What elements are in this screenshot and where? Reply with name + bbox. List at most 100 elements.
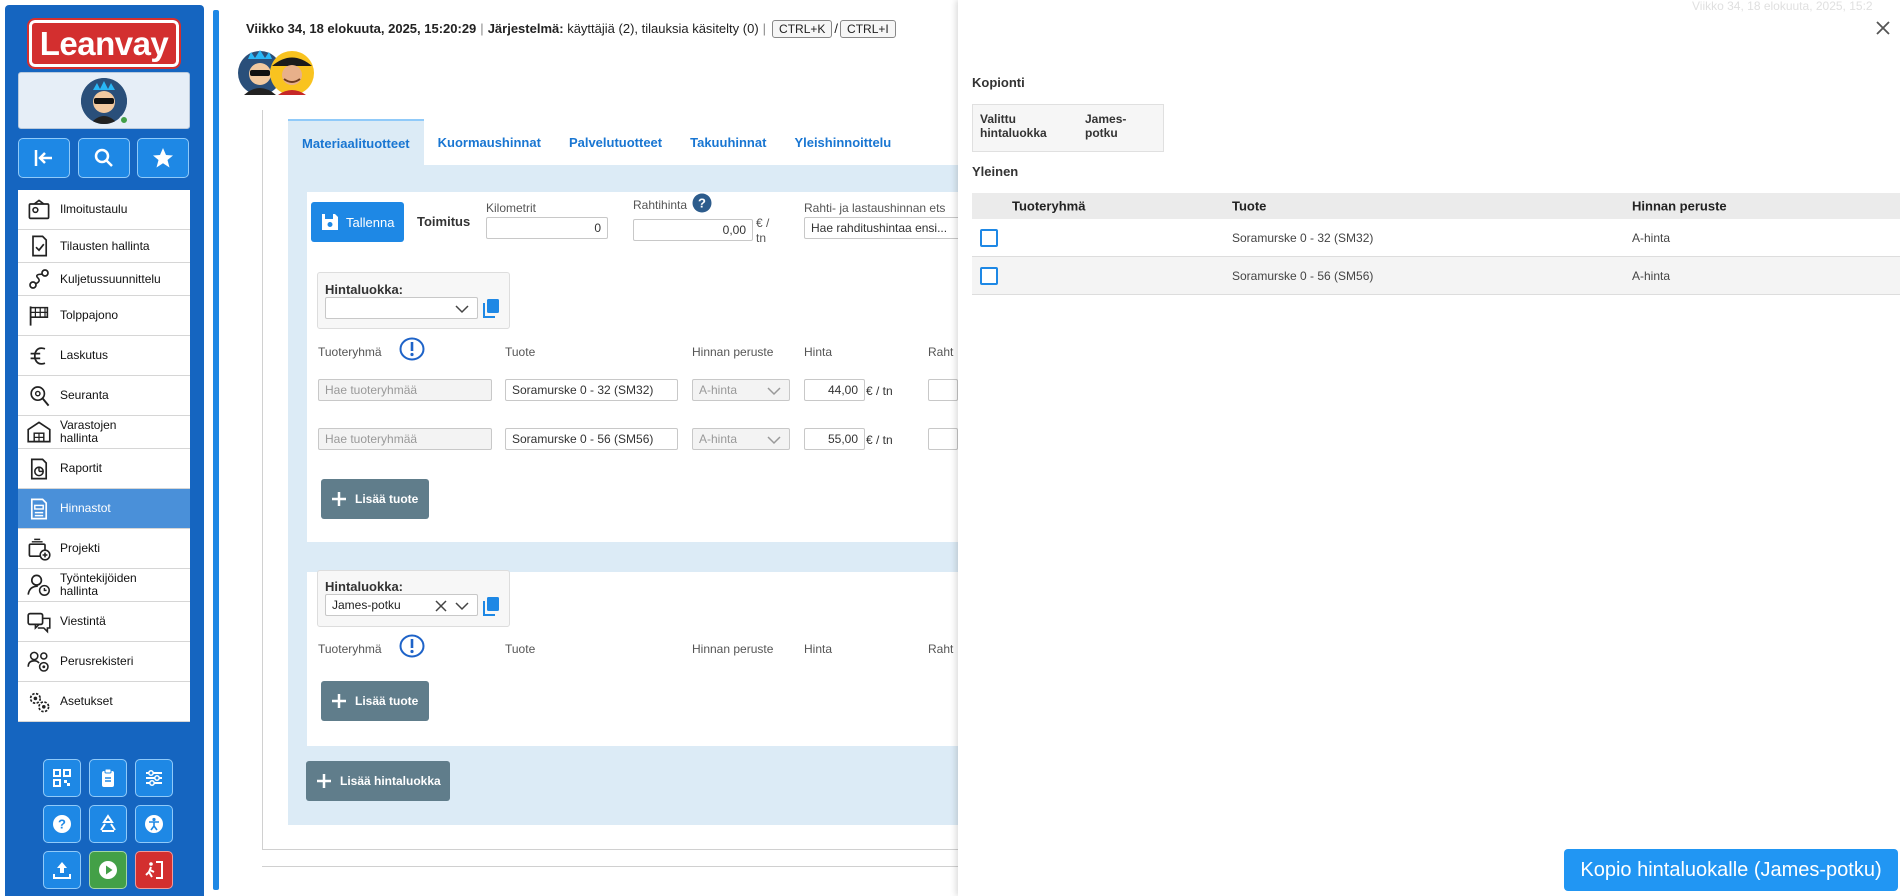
tab-takuuhinnat[interactable]: Takuuhinnat [676,119,780,165]
clipboard-button[interactable] [89,759,127,797]
shortcut-ctrl-k[interactable]: CTRL+K [772,20,833,38]
row-checkbox[interactable] [980,228,998,247]
product-field[interactable]: Soramurske 0 - 32 (SM32) [505,379,678,401]
copy-selected-value: James-potku [1085,112,1127,140]
leanvay-logo[interactable]: Leanvay [27,18,181,69]
sidebar-item-label: Ilmoitustaulu [60,202,128,216]
sidebar-item-seuranta[interactable]: Seuranta [18,376,190,416]
sidebar-item-label: Tilausten hallinta [60,238,150,253]
close-icon[interactable] [1874,19,1892,37]
sidebar-item-perusrekisteri[interactable]: Perusrekisteri [18,642,190,682]
price-class-select-2[interactable]: James-potku [325,594,478,616]
sidebar-item-kuljetussuunnittelu[interactable]: Kuljetussuunnittelu [18,263,190,296]
sidebar-item-label: Projekti [60,541,101,555]
play-button[interactable] [89,851,127,889]
rahti-lastaus-input[interactable]: Hae rahditushintaa ensi... [804,217,960,239]
play-icon [99,861,117,879]
sidebar-item-työntekijöiden-hallinta[interactable]: Työntekijöiden hallinta [18,569,190,602]
svg-text:?: ? [58,817,66,832]
search-button[interactable] [78,138,130,178]
row-basis: A-hinta [1632,268,1671,283]
help-button[interactable]: ? [43,805,81,843]
online-users [236,49,326,102]
sidebar-item-projekti[interactable]: Projekti [18,529,190,569]
online-users-avatars[interactable] [236,49,326,99]
sidebar-item-asetukset[interactable]: Asetukset [18,682,190,722]
table-row[interactable]: Soramurske 0 - 32 (SM32) A-hinta [972,219,1900,257]
recycle-button[interactable] [89,805,127,843]
rahti-input[interactable] [928,428,958,450]
upload-button[interactable] [43,851,81,889]
kilometrit-label: Kilometrit [486,201,537,215]
add-product-label-1: Lisää tuote [355,492,419,506]
price-input[interactable]: 55,00 [804,428,865,450]
save-button[interactable]: Tallenna [311,202,404,242]
favorites-button[interactable] [137,138,189,178]
sidebar-item-label: Seuranta [60,388,109,402]
rahti-input[interactable] [928,379,958,401]
copy-to-price-class-button[interactable]: Kopio hintaluokalle (James-potku) [1564,849,1898,891]
price-input[interactable]: 44,00 [804,379,865,401]
col-hinnan-peruste-1: Hinnan peruste [692,345,774,359]
price-list-icon [18,489,60,529]
sidebar-item-viestintä[interactable]: Viestintä [18,602,190,642]
rahtihinta-help-icon[interactable]: ? [692,193,712,213]
recycle-icon [100,814,116,832]
sidebar: Leanvay Ilmoitustaulu Tilausten hallinta K… [0,0,205,896]
upload-icon [53,862,71,879]
add-product-button-2[interactable]: Lisää tuote [321,681,429,721]
collapse-icon [34,150,52,166]
user-card[interactable] [18,72,190,129]
sidebar-item-label: Raportit [60,461,103,475]
accessibility-button[interactable] [135,805,173,843]
price-basis-select[interactable]: A-hinta [692,379,790,401]
header-datetime: Viikko 34, 18 elokuuta, 2025, 15:20:29 [246,21,477,36]
rahtihinta-input[interactable]: 0,00 [633,219,753,241]
sidebar-item-varastojen-hallinta[interactable]: Varastojen hallinta [18,416,190,449]
table-row[interactable]: Soramurske 0 - 56 (SM56) A-hinta [972,257,1900,295]
system-label: Järjestelmä: [487,21,564,36]
qr-button[interactable] [43,759,81,797]
sidebar-item-tolppajono[interactable]: Tolppajono [18,296,190,336]
add-product-button-1[interactable]: Lisää tuote [321,479,429,519]
sidebar-item-ilmoitustaulu[interactable]: Ilmoitustaulu [18,190,190,230]
logout-button[interactable] [135,851,173,889]
col-tuote-2: Tuote [505,642,536,656]
price-basis-select[interactable]: A-hinta [692,428,790,450]
shortcut-ctrl-i[interactable]: CTRL+I [840,20,896,38]
clear-icon[interactable] [435,600,447,612]
col-hinta-2: Hinta [804,642,833,656]
collapse-sidebar-button[interactable] [18,138,70,178]
search-icon [94,148,113,167]
info-icon[interactable] [399,634,425,658]
sidebar-item-label: Tolppajono [60,308,119,322]
copy-price-class-icon[interactable] [482,596,500,616]
header-hinnan-peruste: Hinnan peruste [1632,198,1727,214]
kilometrit-input[interactable]: 0 [486,217,608,239]
tab-yleishinnoittelu[interactable]: Yleishinnoittelu [780,119,905,165]
product-field[interactable]: Soramurske 0 - 56 (SM56) [505,428,678,450]
copy-price-class-icon[interactable] [482,298,500,318]
system-status: käyttäjiä (2), tilauksia käsitelty (0) [567,21,759,36]
sidebar-item-label: Hinnastot [60,501,111,515]
product-group-search[interactable]: Hae tuoteryhmää [318,428,492,450]
toimitus-label: Toimitus [417,214,471,229]
footer-divider [262,866,962,867]
row-checkbox[interactable] [980,266,998,285]
notice-board-icon [18,190,60,230]
filters-button[interactable] [135,759,173,797]
euro-icon [18,336,60,376]
sidebar-item-raportit[interactable]: Raportit [18,449,190,489]
info-icon[interactable] [399,337,425,361]
product-group-search[interactable]: Hae tuoteryhmää [318,379,492,401]
tab-palvelutuotteet[interactable]: Palvelutuotteet [555,119,676,165]
add-price-group-button[interactable]: Lisää hintaluokka [306,761,450,801]
sidebar-item-label: Työntekijöiden hallinta [60,571,137,598]
tab-kuormaushinnat[interactable]: Kuormaushinnat [424,119,555,165]
row-product: Soramurske 0 - 32 (SM32) [1232,230,1374,245]
sidebar-item-hinnastot[interactable]: Hinnastot [18,489,190,529]
price-class-select-1[interactable] [325,297,478,319]
star-icon [153,148,173,168]
tab-materiaalituotteet[interactable]: Materiaalituotteet [288,119,424,165]
sidebar-item-laskutus[interactable]: Laskutus [18,336,190,376]
